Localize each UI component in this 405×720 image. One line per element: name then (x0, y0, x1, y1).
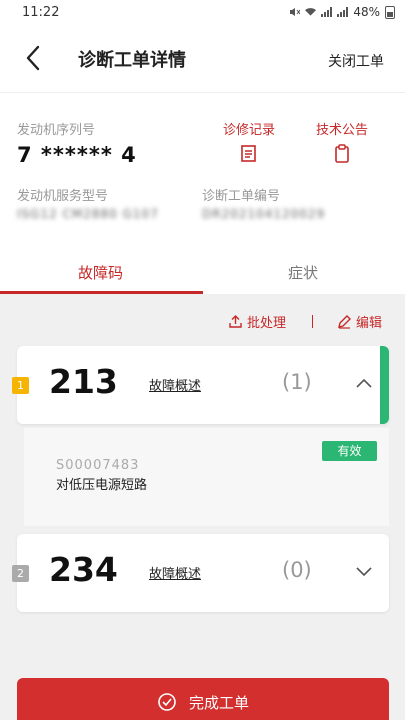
fault-count: (1) (282, 370, 312, 394)
app-header: 诊断工单详情 关闭工单 (0, 24, 405, 92)
mute-icon (290, 8, 301, 16)
work-order-label: 诊断工单编号 (202, 189, 281, 204)
complete-label: 完成工单 (188, 693, 249, 712)
service-model-label: 发动机服务型号 (17, 189, 109, 204)
fault-detail-item[interactable]: 有效 S00007483 对低压电源短路 (24, 428, 389, 526)
close-work-order-button[interactable]: 关闭工单 (328, 51, 384, 71)
upload-icon (229, 315, 242, 328)
edit-label: 编辑 (356, 316, 383, 331)
check-circle-icon (158, 693, 176, 711)
complete-work-order-button[interactable]: 完成工单 (17, 678, 389, 720)
tech-bulletin-label: 技术公告 (315, 123, 368, 138)
chevron-up-icon[interactable] (355, 376, 373, 390)
serial-value: 7 ****** 4 (17, 143, 137, 167)
tab-bar: 故障码 症状 (0, 238, 405, 294)
fault-toolbar: 批处理 编辑 (0, 306, 405, 336)
fault-index-badge: 2 (12, 565, 29, 582)
repair-record-label: 诊修记录 (222, 123, 275, 138)
tab-fault-code[interactable]: 故障码 (78, 262, 123, 283)
work-order-value: DR202104120029 (202, 207, 326, 221)
battery-level: 48% (353, 5, 380, 19)
fault-index-badge: 1 (12, 377, 29, 394)
pencil-icon (338, 315, 351, 329)
chevron-down-icon[interactable] (355, 564, 373, 578)
fault-code: 213 (49, 362, 118, 401)
fault-card[interactable]: 2 234 故障概述 (0) (12, 534, 389, 612)
batch-label: 批处理 (247, 316, 287, 331)
document-icon (241, 145, 256, 162)
detail-description: 对低压电源短路 (56, 478, 148, 493)
service-model-value: ISG12 CM2880 G107 (17, 207, 159, 221)
repair-record-button[interactable]: 诊修记录 (222, 119, 276, 164)
tab-symptom[interactable]: 症状 (288, 262, 318, 283)
status-bar: 11:22 48% (0, 0, 405, 24)
signal-icon (321, 7, 333, 17)
fault-card[interactable]: 1 213 故障概述 (1) (12, 346, 389, 424)
engine-info-panel: 发动机序列号 7 ****** 4 诊修记录 技术公告 发动机服务型号 ISG1… (0, 92, 405, 238)
fault-count: (0) (282, 558, 312, 582)
edit-button[interactable]: 编辑 (337, 312, 382, 331)
status-icons: 48% (289, 5, 395, 19)
signal-icon-2 (337, 7, 349, 17)
page-title: 诊断工单详情 (78, 50, 186, 71)
active-indicator (380, 346, 389, 424)
fault-overview-link[interactable]: 故障概述 (149, 375, 201, 394)
serial-label: 发动机序列号 (17, 123, 96, 138)
tab-indicator (0, 291, 203, 294)
wifi-icon (305, 8, 317, 16)
clipboard-icon (335, 144, 349, 163)
fault-overview-link[interactable]: 故障概述 (149, 563, 201, 582)
status-badge: 有效 (322, 441, 377, 461)
tech-bulletin-button[interactable]: 技术公告 (315, 119, 369, 164)
detail-code: S00007483 (56, 458, 140, 473)
fault-code: 234 (49, 550, 118, 589)
back-arrow-icon[interactable] (22, 44, 46, 72)
batch-process-button[interactable]: 批处理 (228, 312, 286, 331)
toolbar-divider (312, 315, 313, 328)
status-time: 11:22 (22, 4, 60, 20)
battery-icon (385, 5, 395, 19)
